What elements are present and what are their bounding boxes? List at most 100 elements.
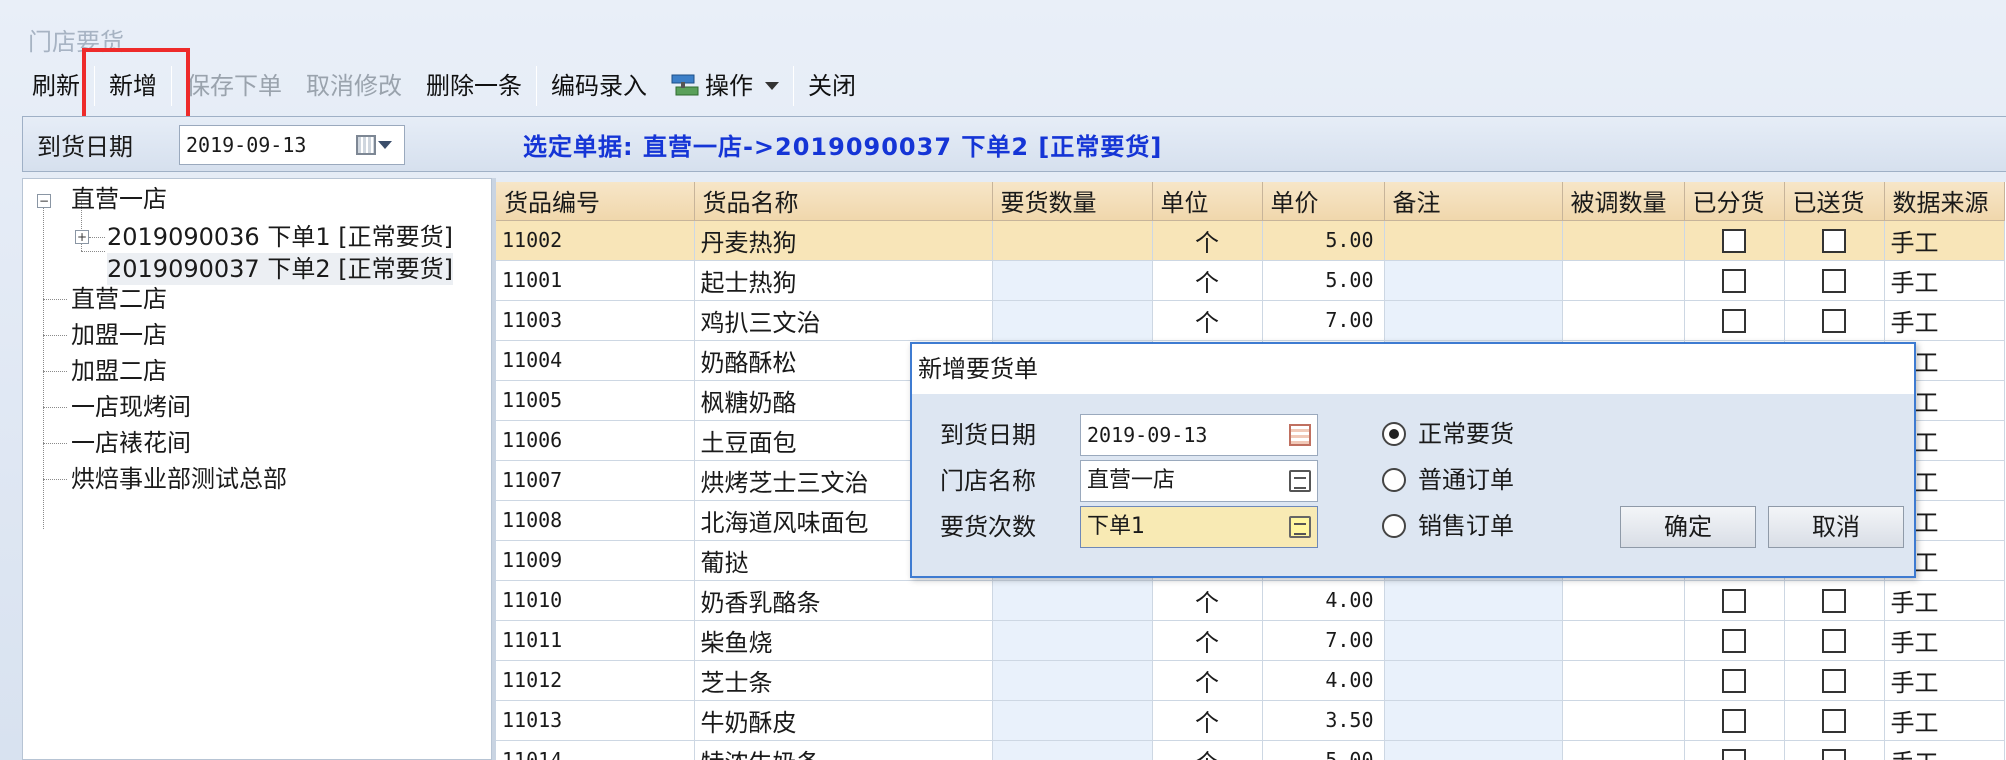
tree-node-order-2[interactable]: 2019090037 下单2 [正常要货] [107, 253, 453, 285]
quantity-cell[interactable] [992, 260, 1153, 301]
tree-node-root[interactable]: 直营一店 [71, 183, 167, 215]
checkbox[interactable] [1822, 669, 1846, 693]
tree-node-store[interactable]: 直营二店 [71, 283, 167, 315]
adjusted-qty-cell [1562, 620, 1685, 661]
radio-normal-order[interactable]: 正常要货 [1382, 414, 1514, 454]
close-button[interactable]: 关闭 [796, 66, 868, 106]
tree-line [43, 407, 67, 408]
goods-name-cell: 起士热狗 [694, 260, 993, 301]
column-header[interactable]: 货品名称 [694, 182, 993, 221]
checkbox[interactable] [1822, 589, 1846, 613]
tree-node-store[interactable]: 加盟二店 [71, 355, 167, 387]
goods-name-cell: 丹麦热狗 [694, 220, 993, 261]
note-cell[interactable] [1384, 220, 1563, 261]
adjusted-qty-cell [1562, 660, 1685, 701]
radio-icon [1382, 514, 1406, 538]
unit-cell: 个 [1152, 620, 1263, 661]
table-row[interactable]: 11013 牛奶酥皮 个 3.50 手工 [496, 700, 2005, 741]
checkbox[interactable] [1722, 669, 1746, 693]
quantity-cell[interactable] [992, 740, 1153, 760]
table-row[interactable]: 11003 鸡扒三文治 个 7.00 手工 [496, 300, 2005, 341]
note-cell[interactable] [1384, 300, 1563, 341]
store-row: 门店名称 直营一店 [940, 460, 1320, 502]
note-cell[interactable] [1384, 700, 1563, 741]
column-header[interactable]: 货品编号 [496, 182, 695, 221]
note-cell[interactable] [1384, 260, 1563, 301]
tree-node-store[interactable]: 一店现烤间 [71, 391, 191, 423]
source-cell: 手工 [1884, 620, 2005, 661]
quantity-cell[interactable] [992, 580, 1153, 621]
column-header[interactable]: 要货数量 [992, 182, 1153, 221]
collapse-toggle[interactable]: − [37, 194, 51, 208]
allocated-checkbox-cell [1684, 700, 1785, 741]
column-header[interactable]: 备注 [1384, 182, 1563, 221]
note-cell[interactable] [1384, 660, 1563, 701]
tree-node-order-1[interactable]: 2019090036 下单1 [正常要货] [107, 221, 453, 253]
tree-node-store[interactable]: 一店裱花间 [71, 427, 191, 459]
expand-toggle[interactable]: + [75, 230, 89, 244]
save-order-button[interactable]: 保存下单 [174, 66, 294, 106]
table-row[interactable]: 11002 丹麦热狗 个 5.00 手工 [496, 220, 2005, 261]
note-cell[interactable] [1384, 620, 1563, 661]
column-header[interactable]: 单位 [1152, 182, 1263, 221]
checkbox[interactable] [1822, 229, 1846, 253]
checkbox[interactable] [1722, 309, 1746, 333]
source-cell: 手工 [1884, 740, 2005, 760]
dialog-date-input[interactable]: 2019-09-13 [1080, 414, 1318, 456]
checkbox[interactable] [1822, 629, 1846, 653]
delete-row-button[interactable]: 删除一条 [414, 66, 534, 106]
tree-line [43, 479, 67, 480]
column-header[interactable]: 被调数量 [1562, 182, 1685, 221]
arrival-date-input[interactable]: 2019-09-13 [179, 125, 405, 165]
calendar-icon[interactable] [1289, 424, 1311, 446]
quantity-cell[interactable] [992, 300, 1153, 341]
new-order-dialog: 新增要货单 到货日期 2019-09-13 门店名称 直营一店 要货次数 下单1… [910, 342, 1916, 578]
checkbox[interactable] [1722, 749, 1746, 760]
dialog-date-value: 2019-09-13 [1087, 423, 1208, 447]
unit-cell: 个 [1152, 220, 1263, 261]
cancel-edit-button[interactable]: 取消修改 [294, 66, 414, 106]
quantity-cell[interactable] [992, 220, 1153, 261]
note-cell[interactable] [1384, 580, 1563, 621]
checkbox[interactable] [1722, 269, 1746, 293]
checkbox[interactable] [1722, 589, 1746, 613]
note-cell[interactable] [1384, 740, 1563, 760]
tree-node-store[interactable]: 烘焙事业部测试总部 [71, 463, 287, 495]
checkbox[interactable] [1722, 229, 1746, 253]
date-picker-button[interactable] [356, 132, 400, 158]
table-row[interactable]: 11012 芝士条 个 4.00 手工 [496, 660, 2005, 701]
dialog-store-input[interactable]: 直营一店 [1080, 460, 1318, 502]
dialog-date-label: 到货日期 [940, 421, 1036, 449]
operations-menu-button[interactable]: 操作 [659, 66, 791, 106]
table-row[interactable]: 11001 起士热狗 个 5.00 手工 [496, 260, 2005, 301]
radio-icon [1382, 468, 1406, 492]
column-header[interactable]: 已送货 [1784, 182, 1885, 221]
ok-button[interactable]: 确定 [1620, 506, 1756, 548]
radio-sales-order[interactable]: 销售订单 [1382, 506, 1514, 546]
date-row: 到货日期 2019-09-13 [940, 414, 1320, 456]
lookup-icon[interactable] [1289, 470, 1311, 492]
cancel-button[interactable]: 取消 [1768, 506, 1904, 548]
tree-node-store[interactable]: 加盟一店 [71, 319, 167, 351]
checkbox[interactable] [1722, 629, 1746, 653]
column-header[interactable]: 数据来源 [1884, 182, 2005, 221]
table-row[interactable]: 11010 奶香乳酪条 个 4.00 手工 [496, 580, 2005, 621]
radio-regular-order[interactable]: 普通订单 [1382, 460, 1514, 500]
column-header[interactable]: 已分货 [1684, 182, 1785, 221]
checkbox[interactable] [1822, 269, 1846, 293]
checkbox[interactable] [1822, 709, 1846, 733]
column-header[interactable]: 单价 [1262, 182, 1385, 221]
code-entry-button[interactable]: 编码录入 [539, 66, 659, 106]
dialog-count-value: 下单1 [1087, 514, 1145, 539]
goods-code-cell: 11014 [496, 740, 695, 760]
table-row[interactable]: 11011 柴鱼烧 个 7.00 手工 [496, 620, 2005, 661]
dialog-count-input[interactable]: 下单1 [1080, 506, 1318, 548]
quantity-cell[interactable] [992, 620, 1153, 661]
checkbox[interactable] [1822, 309, 1846, 333]
lookup-icon[interactable] [1289, 516, 1311, 538]
quantity-cell[interactable] [992, 660, 1153, 701]
quantity-cell[interactable] [992, 700, 1153, 741]
table-row[interactable]: 11014特浓牛奶条 个5.00 手工 [496, 740, 2005, 760]
checkbox[interactable] [1722, 709, 1746, 733]
checkbox[interactable] [1822, 749, 1846, 760]
